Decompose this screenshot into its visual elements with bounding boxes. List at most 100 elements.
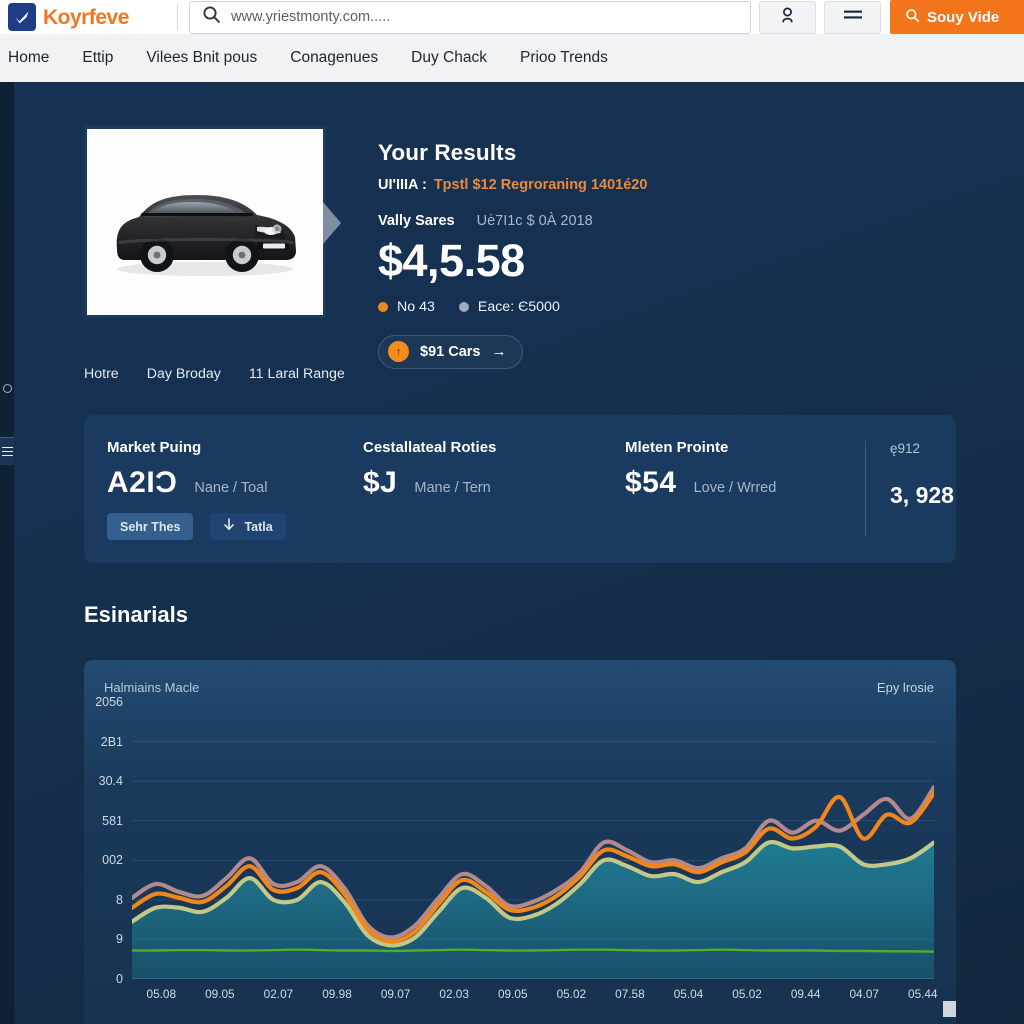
- chart-y-tick: 9: [116, 932, 123, 947]
- primary-cta-button[interactable]: Souy Vide: [890, 0, 1024, 34]
- check-swoosh-logo-icon: [8, 3, 36, 31]
- page-title: Your Results: [378, 140, 517, 165]
- nav-item-1[interactable]: Ettip: [82, 49, 113, 67]
- price-legend: No 43 Eace: Є5000: [378, 299, 773, 315]
- vin-row: UI'IIIA : Tpstl $12 Regroraning 1401é20: [378, 177, 773, 193]
- vehicle-meta-0: Hotre: [84, 366, 119, 382]
- hamburger-menu-icon[interactable]: [0, 437, 14, 465]
- nav-item-5[interactable]: Prioo Trends: [520, 49, 608, 67]
- address-bar-value: www.yriestmonty.com.....: [231, 9, 391, 25]
- legend-dot-icon: [458, 301, 469, 312]
- nav-item-2[interactable]: Vilees Bnit pous: [146, 49, 257, 67]
- stats-divider: [865, 441, 866, 537]
- section-heading: Esinarials: [84, 602, 188, 627]
- chart-legend-label[interactable]: Epy lrosie: [877, 680, 934, 695]
- download-table-button[interactable]: Tatla: [210, 513, 286, 540]
- chart-y-tick: 0: [116, 972, 123, 986]
- chart-svg: [132, 702, 934, 979]
- chart-x-tick-3: 09.98: [322, 987, 352, 1001]
- vin-value: Tpstl $12 Regroraning 1401é20: [433, 177, 648, 193]
- stat-title: Mleten Prointe: [625, 439, 729, 456]
- chart-x-tick-11: 09.44: [790, 987, 821, 1001]
- search-icon: [905, 8, 920, 27]
- vehicle-meta-1: Day Broday: [146, 366, 221, 382]
- chart-x-tick-10: 05.02: [732, 987, 762, 1001]
- legend-item-1: Eace: Є5000: [458, 298, 560, 315]
- stat-column-market-pricing: Market Puing А2IƆ Nane / Toal Sehr Thes: [107, 439, 286, 540]
- stat-title: Market Puing: [107, 439, 202, 456]
- stat-column-collateral: Cestallateal Roties $J Mane / Tern: [363, 439, 496, 500]
- chart-x-tick-13: 05.44: [908, 987, 938, 1001]
- stat-value: $J: [363, 466, 398, 499]
- vehicle-subtitle-label: Vally Sares: [378, 213, 455, 229]
- stats-panel: Market Puing А2IƆ Nane / Toal Sehr Thes: [84, 415, 956, 563]
- chart-x-tick-8: 07.58: [615, 987, 645, 1001]
- chart-caption: Halmiains Macle: [104, 680, 200, 695]
- chart-x-tick-9: 05.04: [673, 987, 704, 1001]
- chart-y-tick: 581: [102, 813, 123, 828]
- chart-area-fill: [132, 842, 934, 979]
- stat-button-row: Sehr Thes Tatla: [107, 513, 286, 540]
- price-trend-chart-panel: Halmiains Macle Epy lrosie 2056 2B1 30.4 58…: [84, 660, 956, 1024]
- chart-x-tick-2: 02.07: [263, 987, 294, 1001]
- chart-x-tick-4: 09.07: [380, 987, 411, 1001]
- chart-x-tick-1: 09.05: [205, 987, 235, 1001]
- vehicle-image-card[interactable]: [84, 126, 326, 318]
- stat-subtext: Mane / Tern: [414, 480, 491, 496]
- legend-item-0: No 43: [378, 299, 435, 315]
- site-brand[interactable]: Koyrfeve: [0, 3, 175, 31]
- circle-icon[interactable]: [3, 384, 12, 393]
- site-navigation: Home Ettip Vilees Bnit pous Conagenues D…: [0, 34, 1024, 82]
- chart-y-tick: 30.4: [98, 774, 123, 789]
- sell-tries-button[interactable]: Sehr Thes: [107, 513, 194, 540]
- chart-x-tick-0: 05.08: [146, 987, 177, 1001]
- vin-label: UI'IIIA :: [378, 177, 427, 193]
- chart-series-green-baseline: [132, 948, 934, 953]
- results-summary: Your Results UI'IIIA : Tpstl $12 Regrora…: [378, 140, 773, 369]
- chevron-right-icon[interactable]: [323, 202, 345, 244]
- hamburger-menu-icon: [843, 8, 863, 26]
- account-button[interactable]: [759, 0, 816, 34]
- chart-x-tick-12: 04.07: [849, 987, 879, 1001]
- browser-chrome: Koyrfeve www.yriestmonty.com..... Souy V…: [0, 0, 1024, 82]
- chart-plot-area: 2056 2B1 30.4 581 002 8 9 0: [95, 695, 934, 986]
- nav-item-3[interactable]: Conagenues: [290, 49, 378, 67]
- chart-x-axis: 05.08 09.05 02.07 09.98 09.07 02.03 09.05 05.02…: [132, 987, 952, 1001]
- compare-cars-button[interactable]: ↑ $91 Cars →: [378, 334, 524, 369]
- vehicle-meta-2: 11 Laral Range: [248, 366, 345, 382]
- vehicle-subtitle-value: Uė7I1c $ 0À 2018: [476, 213, 593, 229]
- stats-aside-big: 3, 928: [890, 482, 954, 508]
- stat-value: А2IƆ: [107, 466, 178, 499]
- account-icon: [780, 7, 795, 28]
- legend-label-0: No 43: [397, 298, 435, 315]
- primary-cta-label: Souy Vide: [927, 8, 1000, 26]
- download-arrow-icon: [223, 518, 235, 535]
- sell-tries-label: Sehr Thes: [120, 519, 181, 534]
- legend-label-1: Eace: Є5000: [477, 298, 560, 315]
- page-content: Your Results UI'IIIA : Tpstl $12 Regrora…: [14, 82, 1024, 1024]
- nav-item-0[interactable]: Home: [8, 49, 49, 67]
- chart-x-tick-5: 02.03: [439, 987, 469, 1001]
- left-rail: [0, 82, 14, 1024]
- stat-value: $54: [625, 466, 677, 499]
- legend-dot-icon: [378, 301, 388, 312]
- toolbar-divider: [177, 4, 178, 30]
- arrow-right-icon: →: [491, 343, 507, 361]
- dark-suv-photo: [87, 129, 323, 315]
- stat-column-median: Mleten Prointe $54 Love / Wrred: [625, 439, 776, 500]
- chart-y-tick: 8: [116, 892, 123, 907]
- compare-cars-label: $91 Cars: [420, 343, 481, 360]
- menu-button[interactable]: [824, 0, 881, 34]
- chart-y-tick: 2B1: [100, 734, 123, 749]
- stats-aside-small: ę912: [890, 441, 921, 456]
- stat-subtext: Love / Wrred: [693, 480, 777, 496]
- nav-item-4[interactable]: Duy Chack: [411, 49, 487, 67]
- search-icon: [202, 5, 221, 29]
- headline-price: $4,5.58: [378, 235, 525, 286]
- stat-subtext: Nane / Toal: [194, 480, 268, 496]
- browser-toolbar: Koyrfeve www.yriestmonty.com..... Souy V…: [0, 0, 1024, 34]
- vehicle-subtitle-row: Vally Sares Uė7I1c $ 0À 2018: [378, 213, 773, 229]
- address-bar[interactable]: www.yriestmonty.com.....: [189, 0, 751, 34]
- up-arrow-badge-icon: ↑: [388, 341, 409, 363]
- horizontal-scrollbar[interactable]: [943, 1001, 956, 1017]
